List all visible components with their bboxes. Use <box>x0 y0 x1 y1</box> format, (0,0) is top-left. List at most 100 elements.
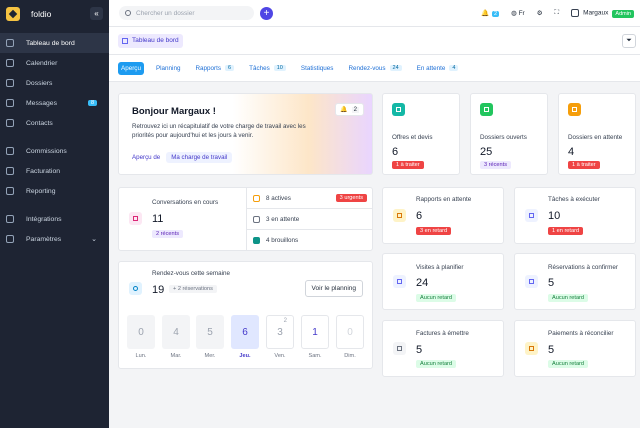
day-sunday[interactable]: 0 <box>336 315 364 349</box>
topbar-actions: 🔔 2 ◍ Fr ⚙ ⛶ Margaux Admin <box>481 9 640 18</box>
chart-icon <box>6 187 14 195</box>
sidebar-item-messages[interactable]: Messages 8 <box>0 93 109 113</box>
offer-icon <box>392 103 405 116</box>
notifications-badge: 2 <box>492 11 500 17</box>
search-placeholder: Chercher un dossier <box>136 9 195 17</box>
welcome-title: Bonjour Margaux ! <box>132 106 216 117</box>
welcome-text-line: priorités pour aujourd'hui et les jours … <box>132 132 254 139</box>
sidebar-item-dashboard[interactable]: Tableau de bord <box>0 33 109 53</box>
tab-label: Aperçu <box>121 64 141 72</box>
conversations-label: Conversations en cours <box>152 199 219 206</box>
card-payments[interactable]: Paiements à réconcilier 5 Aucun retard <box>514 320 636 377</box>
settings-icon[interactable]: ⚙ <box>537 9 543 17</box>
sidebar-header: foldio « <box>0 0 109 27</box>
grid-icon <box>6 39 14 47</box>
folder-open-icon <box>480 103 493 116</box>
sidebar-item-calendar[interactable]: Calendrier <box>0 53 109 73</box>
sidebar-item-integrations[interactable]: Intégrations <box>0 209 109 229</box>
waiting-row[interactable]: 3 en attente <box>247 209 373 230</box>
role-badge: Admin <box>612 9 634 18</box>
tab-count: 4 <box>449 65 459 71</box>
add-button[interactable]: + <box>260 6 273 20</box>
tab-reports[interactable]: Rapports 6 <box>192 62 237 75</box>
folder-icon <box>6 79 14 87</box>
message-icon <box>6 99 14 107</box>
sidebar-item-contacts[interactable]: Contacts <box>0 113 109 133</box>
tab-statistics[interactable]: Statistiques <box>298 62 337 75</box>
tab-bar: Aperçu Planning Rapports 6 Tâches 10 Stati… <box>109 55 640 82</box>
card-tasks[interactable]: Tâches à exécuter 10 1 en retard <box>514 187 636 244</box>
sidebar-item-settings[interactable]: Paramètres ⌄ <box>0 229 109 249</box>
appointments-label: Rendez-vous cette semaine <box>152 270 231 277</box>
card-pill: 3 en retard <box>416 227 452 235</box>
stat-card-offers[interactable]: Offres et devis 6 1 à traiter <box>382 93 460 175</box>
sidebar-item-billing[interactable]: Facturation <box>0 161 109 181</box>
sidebar-item-label: Messages <box>26 99 57 107</box>
waiting-icon <box>253 215 260 223</box>
language-label: Fr <box>518 10 525 17</box>
stat-pill: 3 récents <box>480 161 512 169</box>
day-count: 0 <box>347 326 353 338</box>
card-label: Paiements à réconcilier <box>548 330 614 337</box>
card-visits[interactable]: Visites à planifier 24 Aucun retard <box>382 253 504 310</box>
row-label: 3 en attente <box>266 215 300 223</box>
tab-planning[interactable]: Planning <box>153 62 184 75</box>
search-input[interactable]: Chercher un dossier <box>119 6 254 20</box>
messages-badge: 8 <box>87 100 97 106</box>
tab-pending[interactable]: En attente 4 <box>414 62 462 75</box>
day-label: Lun. <box>135 353 147 359</box>
card-invoices[interactable]: Factures à émettre 5 Aucun retard <box>382 320 504 377</box>
day-wednesday[interactable]: 5 <box>196 315 224 349</box>
tab-tasks[interactable]: Tâches 10 <box>246 62 289 75</box>
active-icon <box>253 194 260 202</box>
day-friday[interactable]: 32 <box>266 315 294 349</box>
workload-link[interactable]: Ma charge de travail <box>166 152 233 163</box>
breadcrumb[interactable]: Tableau de bord <box>118 33 183 48</box>
stat-card-pending-files[interactable]: Dossiers en attente 4 1 à traiter <box>558 93 636 175</box>
chevron-down-icon: ⌄ <box>91 236 97 243</box>
calendar-icon <box>6 59 14 67</box>
stat-label: Dossiers en attente <box>568 134 623 141</box>
fullscreen-icon[interactable]: ⛶ <box>555 9 560 17</box>
day-tuesday[interactable]: 4 <box>162 315 190 349</box>
notifications-button[interactable]: 🔔 2 <box>481 9 500 17</box>
globe-icon: ◍ <box>511 10 517 17</box>
sidebar-item-folders[interactable]: Dossiers <box>0 73 109 93</box>
sidebar-item-reporting[interactable]: Reporting <box>0 181 109 201</box>
card-label: Réservations à confirmer <box>548 264 618 271</box>
day-monday[interactable]: 0 <box>127 315 155 349</box>
report-icon <box>393 209 406 222</box>
stat-card-open-files[interactable]: Dossiers ouverts 25 3 récents <box>470 93 548 175</box>
view-planning-button[interactable]: Voir le planning <box>304 280 363 297</box>
language-button[interactable]: ◍ Fr <box>511 9 525 17</box>
contacts-icon <box>6 119 14 127</box>
day-label: Dim. <box>344 353 356 359</box>
check-icon <box>525 209 538 222</box>
filter-button[interactable]: ⏷ <box>622 33 636 48</box>
tab-appointments[interactable]: Rendez-vous 24 <box>345 62 404 75</box>
sidebar-item-label: Dossiers <box>26 79 53 87</box>
payment-icon <box>525 342 538 355</box>
topbar: Chercher un dossier + 🔔 2 ◍ Fr ⚙ ⛶ Margau… <box>109 0 640 27</box>
card-pending-reports[interactable]: Rapports en attente 6 3 en retard <box>382 187 504 244</box>
day-thursday[interactable]: 6 <box>231 315 259 349</box>
stat-value: 25 <box>480 146 493 158</box>
reservations-pill: + 2 réservations <box>169 285 217 293</box>
tab-overview[interactable]: Aperçu <box>118 61 144 75</box>
day-label: Ven. <box>274 353 286 359</box>
stat-pill: 1 à traiter <box>392 161 424 169</box>
collapse-sidebar-button[interactable]: « <box>90 7 103 20</box>
card-reservations[interactable]: Réservations à confirmer 5 Aucun retard <box>514 253 636 310</box>
drafts-row[interactable]: 4 brouillons <box>247 230 373 250</box>
urgent-pill: 3 urgents <box>335 194 367 202</box>
user-menu[interactable]: Margaux Admin <box>571 9 634 18</box>
sidebar-item-label: Paramètres <box>26 235 62 243</box>
day-saturday[interactable]: 1 <box>301 315 329 349</box>
welcome-notifications[interactable]: 🔔 2 <box>335 103 364 116</box>
day-label: Mer. <box>204 353 216 359</box>
stat-label: Offres et devis <box>392 134 433 141</box>
sidebar-item-commissions[interactable]: Commissions <box>0 141 109 161</box>
invoice-icon <box>6 167 14 175</box>
active-row[interactable]: 8 actives 3 urgents <box>247 188 373 209</box>
card-pill: Aucun retard <box>548 360 589 368</box>
